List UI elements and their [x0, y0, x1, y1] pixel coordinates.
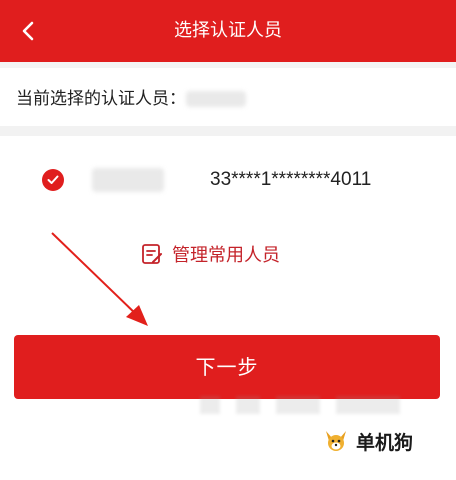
person-row[interactable]: 33****1********4011 — [0, 158, 456, 202]
page-title: 选择认证人员 — [174, 20, 282, 41]
manage-frequent-people-link[interactable]: 管理常用人员 — [140, 236, 280, 272]
manage-frequent-people-label: 管理常用人员 — [172, 245, 280, 266]
dog-logo-icon — [326, 431, 346, 451]
current-selection-row: 当前选择的认证人员： — [16, 84, 246, 114]
app-header: 选择认证人员 — [0, 0, 456, 62]
person-id-number: 33****1********4011 — [210, 169, 372, 190]
person-name-masked — [92, 168, 164, 192]
selected-check-icon[interactable] — [42, 169, 64, 191]
section-divider — [0, 126, 456, 136]
faint-background-text — [200, 396, 400, 414]
next-step-button[interactable]: 下一步 — [14, 335, 440, 399]
watermark: 单机狗 — [322, 425, 413, 457]
header-shadow-strip — [0, 62, 456, 68]
edit-list-icon — [142, 244, 162, 264]
current-selection-label: 当前选择的认证人员： — [16, 89, 186, 109]
watermark-text: 单机狗 — [356, 431, 414, 454]
current-selection-value-masked — [186, 91, 246, 107]
